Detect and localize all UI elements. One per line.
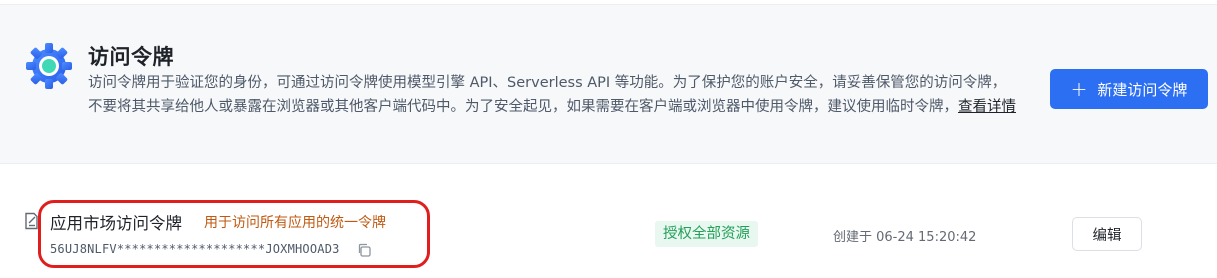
gear-icon (26, 43, 72, 89)
access-token-page: 访问令牌 访问令牌用于验证您的身份，可通过访问令牌使用模型引擎 API、Serv… (0, 0, 1217, 278)
scope-badge: 授权全部资源 (655, 221, 758, 247)
doc-icon (25, 212, 38, 230)
banner-description: 访问令牌用于验证您的身份，可通过访问令牌使用模型引擎 API、Serverles… (88, 71, 1018, 119)
token-description: 用于访问所有应用的统一令牌 (204, 215, 386, 231)
page-title: 访问令牌 (88, 45, 174, 69)
token-key: 56UJ8NLFV********************JOXMHOOAD3 (50, 242, 340, 256)
view-details-link[interactable]: 查看详情 (958, 99, 1016, 115)
new-access-token-label: 新建访问令牌 (1097, 80, 1188, 99)
banner-description-text: 访问令牌用于验证您的身份，可通过访问令牌使用模型引擎 API、Serverles… (88, 75, 1007, 115)
token-name: 应用市场访问令牌 (50, 214, 182, 233)
token-row: 应用市场访问令牌 用于访问所有应用的统一令牌 56UJ8NLFV********… (0, 186, 1217, 278)
access-token-banner: 访问令牌 访问令牌用于验证您的身份，可通过访问令牌使用模型引擎 API、Serv… (0, 4, 1217, 164)
plus-icon: + (1070, 77, 1088, 101)
new-access-token-button[interactable]: + 新建访问令牌 (1050, 69, 1208, 109)
copy-icon[interactable] (357, 243, 371, 257)
edit-button[interactable]: 编辑 (1072, 217, 1142, 251)
created-timestamp: 创建于 06-24 15:20:42 (833, 230, 977, 245)
